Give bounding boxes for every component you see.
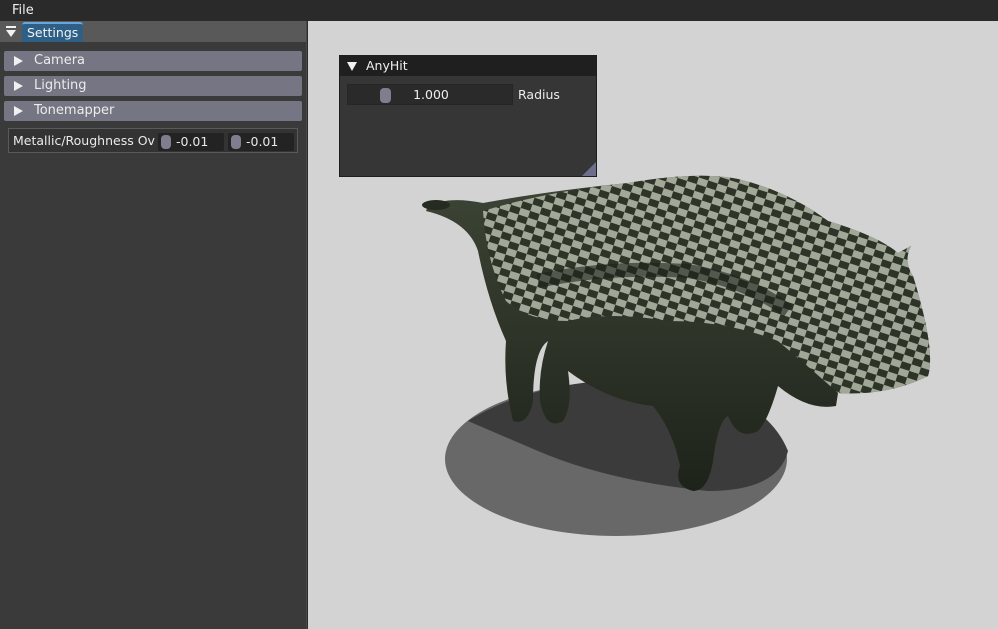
tonemapper-section-header[interactable]: Tonemapper — [4, 101, 302, 121]
radius-value: 1.000 — [413, 87, 449, 102]
tail — [422, 200, 450, 210]
tab-settings[interactable]: Settings — [22, 22, 84, 42]
expand-arrow-icon — [14, 81, 23, 91]
metallic-roughness-override-row: Metallic/Roughness Ove -0.01 -0.01 — [8, 128, 298, 153]
anyhit-title: AnyHit — [366, 58, 408, 73]
anyhit-window: AnyHit 1.000 Radius — [339, 55, 597, 177]
tab-list-icon[interactable] — [3, 24, 19, 40]
tonemapper-section-label: Tonemapper — [34, 103, 115, 118]
slider-grab-handle[interactable] — [231, 135, 241, 149]
roughness-override-value: -0.01 — [246, 134, 279, 149]
settings-panel: Settings Camera Lighting Tonemapper Meta… — [0, 21, 307, 629]
resize-grip-icon[interactable] — [582, 162, 596, 176]
lighting-section-label: Lighting — [34, 78, 87, 93]
collapse-arrow-icon[interactable] — [347, 62, 357, 71]
roughness-override-slider[interactable]: -0.01 — [228, 133, 294, 151]
metallic-override-value: -0.01 — [176, 134, 209, 149]
metallic-roughness-override-label: Metallic/Roughness Ove — [13, 133, 155, 148]
expand-arrow-icon — [14, 106, 23, 116]
lighting-section-header[interactable]: Lighting — [4, 76, 302, 96]
menu-bar: File — [0, 0, 998, 21]
expand-arrow-icon — [14, 56, 23, 66]
radius-label: Radius — [518, 87, 560, 102]
metallic-override-slider[interactable]: -0.01 — [158, 133, 224, 151]
menu-file[interactable]: File — [12, 3, 34, 18]
slider-grab-handle[interactable] — [161, 135, 171, 149]
radius-slider[interactable]: 1.000 — [347, 84, 513, 105]
camera-section-header[interactable]: Camera — [4, 51, 302, 71]
camera-section-label: Camera — [34, 53, 86, 68]
anyhit-title-bar[interactable]: AnyHit — [340, 56, 596, 76]
tab-bar: Settings — [0, 21, 306, 42]
